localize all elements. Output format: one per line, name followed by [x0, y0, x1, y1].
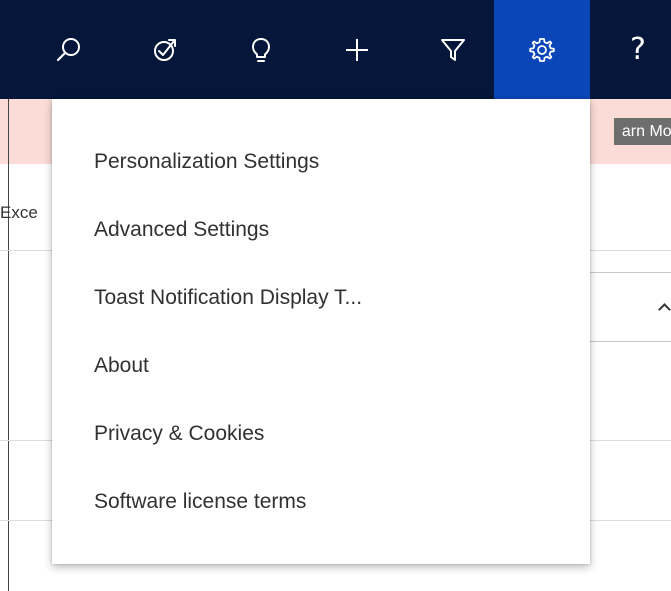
settings-menu: Personalization Settings Advanced Settin…: [52, 99, 590, 564]
app-window: ? arn Mor Exce Personalization Settings …: [0, 0, 671, 591]
menu-item-personalization-settings[interactable]: Personalization Settings: [52, 128, 590, 196]
menu-item-toast-notification-display-time[interactable]: Toast Notification Display T...: [52, 264, 590, 332]
help-icon: ?: [630, 31, 646, 67]
menu-item-about[interactable]: About: [52, 332, 590, 400]
content-left-border: [8, 99, 9, 591]
menu-item-advanced-settings[interactable]: Advanced Settings: [52, 196, 590, 264]
new-record-button[interactable]: [309, 0, 405, 99]
search-button[interactable]: [21, 0, 117, 99]
search-icon: [56, 37, 80, 61]
plus-icon: [346, 38, 368, 61]
task-flow-button[interactable]: [117, 0, 213, 99]
lightbulb-icon: [252, 37, 270, 62]
help-button[interactable]: ?: [590, 0, 671, 99]
advanced-find-button[interactable]: [405, 0, 501, 99]
learn-more-button[interactable]: arn Mor: [613, 118, 671, 145]
excel-template-label: Exce: [0, 203, 38, 222]
top-navigation-bar: ?: [0, 0, 671, 99]
menu-item-software-license-terms[interactable]: Software license terms: [52, 468, 590, 536]
filter-icon: [441, 38, 465, 61]
settings-button[interactable]: [494, 0, 590, 99]
task-flow-icon: [154, 38, 176, 61]
menu-item-privacy-cookies[interactable]: Privacy & Cookies: [52, 400, 590, 468]
ideas-button[interactable]: [213, 0, 309, 99]
gear-icon: [529, 37, 555, 62]
